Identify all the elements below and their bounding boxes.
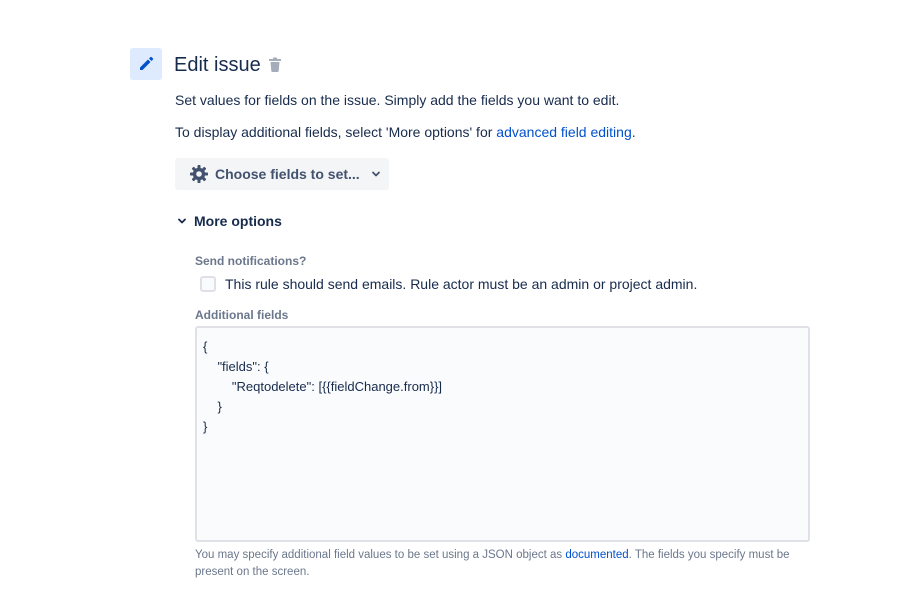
description-line-2-prefix: To display additional fields, select 'Mo… xyxy=(175,124,497,140)
chevron-down-icon xyxy=(371,171,380,177)
more-options-label: More options xyxy=(194,213,282,229)
description-line-1: Set values for fields on the issue. Simp… xyxy=(175,92,620,108)
advanced-field-editing-link[interactable]: advanced field editing xyxy=(496,124,631,140)
pencil-icon xyxy=(140,56,154,70)
additional-fields-label: Additional fields xyxy=(195,308,289,322)
send-emails-option: This rule should send emails. Rule actor… xyxy=(200,275,697,293)
documented-link[interactable]: documented xyxy=(565,549,628,561)
additional-fields-help-text: You may specify additional field values … xyxy=(195,547,815,581)
gear-icon xyxy=(190,165,208,183)
description-line-2: To display additional fields, select 'Mo… xyxy=(175,123,636,141)
send-notifications-label: Send notifications? xyxy=(195,254,307,268)
description-line-2-suffix: . xyxy=(631,124,636,140)
chevron-down-icon xyxy=(178,218,186,224)
choose-fields-label: Choose fields to set... xyxy=(215,166,360,182)
help-text-prefix: You may specify additional field values … xyxy=(195,549,566,561)
page-title: Edit issue xyxy=(174,54,261,76)
trash-icon[interactable] xyxy=(268,57,282,73)
choose-fields-button[interactable]: Choose fields to set... xyxy=(175,158,389,190)
send-emails-checkbox[interactable] xyxy=(200,276,216,292)
additional-fields-json-editor[interactable]: { "fields": { "Reqtodelete": [{{fieldCha… xyxy=(195,326,810,542)
edit-pencil-icon-tile xyxy=(130,48,162,80)
more-options-toggle[interactable]: More options xyxy=(176,213,282,229)
send-emails-checkbox-label[interactable]: This rule should send emails. Rule actor… xyxy=(225,275,697,293)
